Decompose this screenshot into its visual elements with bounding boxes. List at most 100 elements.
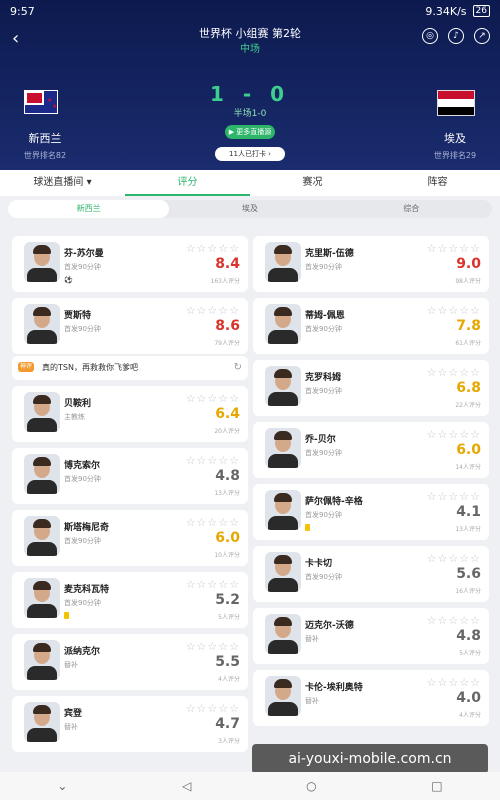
player-rating: 5.6	[456, 566, 481, 582]
rating-stars[interactable]: ☆☆☆☆☆	[427, 242, 481, 255]
player-name: 派纳克尔	[64, 647, 101, 657]
avatar	[265, 614, 301, 654]
subtab-away[interactable]: 埃及	[169, 200, 330, 218]
subtab-home[interactable]: 新西兰	[8, 200, 170, 218]
vote-count: 10人评分	[214, 552, 240, 559]
comment-badge: 神评	[18, 362, 35, 372]
rating-stars[interactable]: ☆☆☆☆☆	[427, 676, 481, 689]
player-name: 斯塔梅尼奇	[64, 523, 110, 533]
main-tabs: 球迷直播间 ▾ 评分 赛况 阵容	[0, 170, 500, 196]
player-card[interactable]: 克罗科姆 首发90分钟 ☆☆☆☆☆ 6.8 22人评分	[253, 360, 489, 416]
player-card[interactable]: 宾登 替补 ☆☆☆☆☆ 4.7 3人评分	[12, 696, 248, 752]
player-rating: 6.8	[456, 380, 481, 396]
tab-lineup[interactable]: 阵容	[375, 170, 500, 196]
rating-stars[interactable]: ☆☆☆☆☆	[186, 640, 240, 653]
rating-stars[interactable]: ☆☆☆☆☆	[427, 304, 481, 317]
avatar	[265, 242, 301, 282]
player-rating: 6.0	[215, 530, 240, 546]
player-card[interactable]: 卡卡切 首发90分钟 ☆☆☆☆☆ 5.6 16人评分	[253, 546, 489, 602]
player-rating: 4.8	[456, 628, 481, 644]
rating-stars[interactable]: ☆☆☆☆☆	[427, 552, 481, 565]
player-info: 主教练	[64, 413, 85, 421]
nav-home-icon[interactable]: ○	[306, 779, 316, 793]
bell-icon[interactable]: ♪	[448, 28, 464, 44]
player-info: 首发90分钟	[305, 449, 342, 457]
avatar	[24, 702, 60, 742]
player-rating: 8.6	[215, 318, 240, 334]
player-rating: 5.5	[215, 654, 240, 670]
player-info: 首发90分钟	[64, 263, 101, 271]
hot-comment[interactable]: 神评 真的TSN，再救救你飞爹吧 ↻	[12, 356, 248, 380]
tab-match-status[interactable]: 赛况	[250, 170, 375, 196]
tab-live-room[interactable]: 球迷直播间 ▾	[0, 170, 125, 196]
subtab-overall[interactable]: 综合	[331, 200, 492, 218]
right-player-list: 克里斯-伍德 首发90分钟 ☆☆☆☆☆ 9.0 98人评分 蒂姆-佩恩 首发90分钟 ☆☆☆☆…	[253, 236, 489, 732]
player-rating: 5.2	[215, 592, 240, 608]
player-card[interactable]: 贝鞍利 主教练 ☆☆☆☆☆ 6.4 20人评分	[12, 386, 248, 442]
player-info: 首发90分钟	[64, 599, 101, 607]
player-card[interactable]: 蒂姆-佩恩 首发90分钟 ☆☆☆☆☆ 7.8 61人评分	[253, 298, 489, 354]
rating-stars[interactable]: ☆☆☆☆☆	[186, 454, 240, 467]
tab-ratings[interactable]: 评分	[125, 170, 250, 196]
yellow-card-icon	[305, 524, 310, 533]
player-card[interactable]: 贾斯特 首发90分钟 ☆☆☆☆☆ 8.6 79人评分	[12, 298, 248, 354]
away-team-rank: 世界排名29	[433, 151, 477, 160]
player-card[interactable]: 斯塔梅尼奇 首发90分钟 ☆☆☆☆☆ 6.0 10人评分	[12, 510, 248, 566]
rating-stars[interactable]: ☆☆☆☆☆	[427, 428, 481, 441]
rating-stars[interactable]: ☆☆☆☆☆	[186, 242, 240, 255]
avatar	[265, 676, 301, 716]
rating-stars[interactable]: ☆☆☆☆☆	[186, 516, 240, 529]
vote-count: 22人评分	[455, 402, 481, 409]
target-icon[interactable]: ◎	[422, 28, 438, 44]
goal-icon: ⚽	[64, 276, 73, 284]
player-rating: 6.0	[456, 442, 481, 458]
player-name: 蒂姆-佩恩	[305, 311, 345, 321]
halftime-score: 半场1-0	[233, 109, 267, 119]
vote-count: 13人评分	[455, 526, 481, 533]
rating-stars[interactable]: ☆☆☆☆☆	[427, 490, 481, 503]
vote-count: 13人评分	[214, 490, 240, 497]
checkin-button[interactable]: 11人已打卡 ›	[215, 147, 285, 161]
rating-stars[interactable]: ☆☆☆☆☆	[186, 578, 240, 591]
system-nav-bar: ⌄ ◁ ○ □	[0, 772, 500, 800]
player-rating: 4.0	[456, 690, 481, 706]
more-live-button[interactable]: ▶ 更多直播源	[225, 125, 275, 139]
player-card[interactable]: 麦克科瓦特 首发90分钟 ☆☆☆☆☆ 5.2 5人评分	[12, 572, 248, 628]
player-card[interactable]: 乔-贝尔 首发90分钟 ☆☆☆☆☆ 6.0 14人评分	[253, 422, 489, 478]
rating-stars[interactable]: ☆☆☆☆☆	[427, 614, 481, 627]
player-card[interactable]: 卡伦-埃利奥特 替补 ☆☆☆☆☆ 4.0 4人评分	[253, 670, 489, 726]
vote-count: 5人评分	[459, 650, 481, 657]
nav-down-icon[interactable]: ⌄	[57, 779, 67, 793]
avatar	[24, 640, 60, 680]
watermark: ai-youxi-mobile.com.cn	[252, 744, 488, 774]
player-card[interactable]: 萨尔佩特-辛格 首发90分钟 ☆☆☆☆☆ 4.1 13人评分	[253, 484, 489, 540]
player-card[interactable]: 派纳克尔 替补 ☆☆☆☆☆ 5.5 4人评分	[12, 634, 248, 690]
nav-back-icon[interactable]: ◁	[182, 779, 191, 793]
player-name: 乔-贝尔	[305, 435, 336, 445]
vote-count: 4人评分	[218, 676, 240, 683]
comment-text: 真的TSN，再救救你飞爹吧	[42, 363, 138, 372]
player-card[interactable]: 迈克尔-沃德 替补 ☆☆☆☆☆ 4.8 5人评分	[253, 608, 489, 664]
rating-stars[interactable]: ☆☆☆☆☆	[186, 702, 240, 715]
rating-stars[interactable]: ☆☆☆☆☆	[186, 392, 240, 405]
rating-stars[interactable]: ☆☆☆☆☆	[427, 366, 481, 379]
player-name: 宾登	[64, 709, 83, 719]
player-rating: 4.8	[215, 468, 240, 484]
rating-stars[interactable]: ☆☆☆☆☆	[186, 304, 240, 317]
avatar	[24, 578, 60, 618]
player-name: 克里斯-伍德	[305, 249, 354, 259]
status-net: 9.34K/s	[425, 4, 467, 18]
player-name: 麦克科瓦特	[64, 585, 110, 595]
avatar	[265, 490, 301, 530]
player-rating: 7.8	[456, 318, 481, 334]
nav-recent-icon[interactable]: □	[431, 779, 442, 793]
player-rating: 6.4	[215, 406, 240, 422]
refresh-icon[interactable]: ↻	[234, 356, 242, 380]
player-card[interactable]: 博克索尔 首发90分钟 ☆☆☆☆☆ 4.8 13人评分	[12, 448, 248, 504]
player-card[interactable]: 克里斯-伍德 首发90分钟 ☆☆☆☆☆ 9.0 98人评分	[253, 236, 489, 292]
player-card[interactable]: 芬-苏尔曼 首发90分钟 ⚽ ☆☆☆☆☆ 8.4 163人评分	[12, 236, 248, 292]
match-header: 9:57 9.34K/s 26 ‹ 世界杯 小组赛 第2轮 中场 ◎ ♪ ↗ ★…	[0, 0, 500, 170]
status-right: 9.34K/s 26	[425, 5, 490, 18]
avatar	[24, 516, 60, 556]
share-icon[interactable]: ↗	[474, 28, 490, 44]
